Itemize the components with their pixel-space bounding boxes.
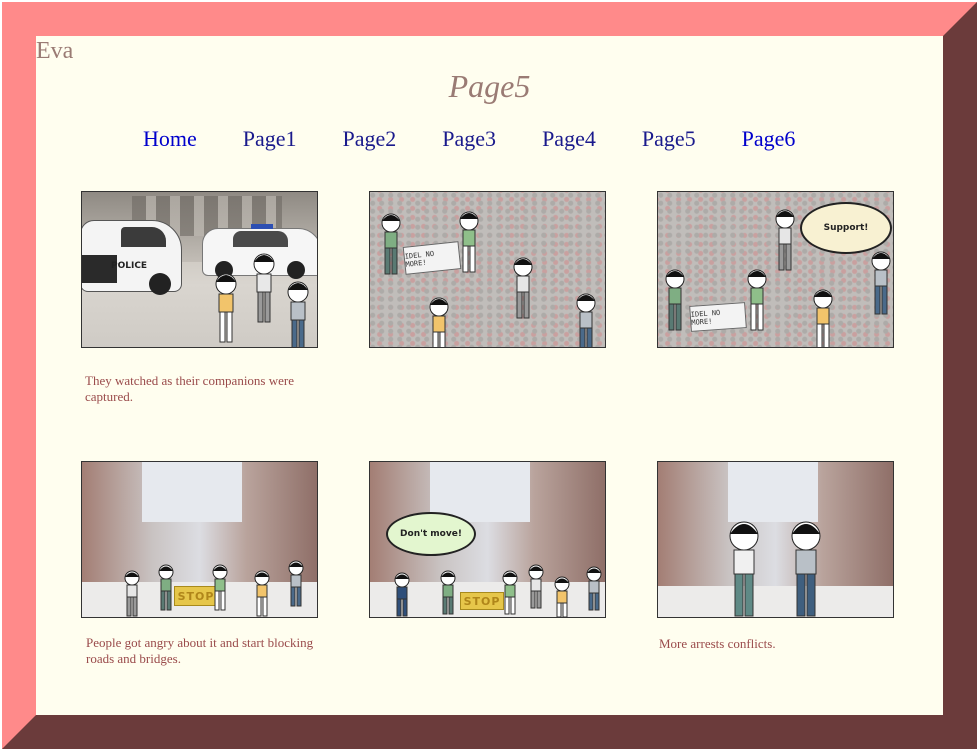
nav-page6[interactable]: Page6 [742,126,796,152]
nav-page3[interactable]: Page3 [442,126,496,152]
snowy-street [658,586,893,617]
character-grey-shirt [528,564,544,609]
comic-panel-5: Don't move! STOP [369,461,606,618]
panel-1-caption: They watched as their companions were ca… [85,373,295,404]
character-yellow-shirt [429,297,449,347]
character-blue-jeans [586,566,602,611]
character-green-shirt-2 [747,269,767,331]
character-yellow-shirt [813,289,833,347]
main-nav: Home Page1 Page2 Page3 Page4 Page5 Page6 [143,126,795,152]
speech-bubble-support: Support! [800,202,892,254]
car-wheel [149,273,171,295]
nav-page2[interactable]: Page2 [343,126,397,152]
character-green-shirt [440,570,456,615]
nav-page1[interactable]: Page1 [243,126,297,152]
character-blue-jeans [791,521,821,617]
sky [728,462,818,522]
character-green-shirt [729,521,759,617]
character-blue-jeans [871,251,891,315]
page-frame: Eva Page5 Home Page1 Page2 Page3 Page4 P… [2,2,977,749]
character-grey-shirt [775,209,795,271]
character-yellow-shirt [254,570,270,617]
character-grey-shirt [513,257,533,319]
page-content: Eva Page5 Home Page1 Page2 Page3 Page4 P… [36,36,943,715]
comic-panel-4: STOP [81,461,318,618]
character-blue-jeans [287,281,309,347]
character-blue-jacket [394,572,410,617]
speech-bubble-dont-move: Don't move! [386,512,476,556]
nav-home[interactable]: Home [143,126,197,152]
comic-panel-1: POLICE [81,191,318,348]
character-yellow-shirt [215,273,237,343]
nav-page4[interactable]: Page4 [542,126,596,152]
comic-panel-2: IDEL NO MORE! [369,191,606,348]
character-grey-shirt [253,253,275,323]
character-green-shirt-2 [502,570,518,615]
panel-6-caption: More arrests conflicts. [659,636,776,651]
page-title: Page5 [448,68,531,104]
character-yellow-shirt [554,576,570,617]
comic-panel-3: Support! IDEL NO MORE! [657,191,894,348]
car-window [121,227,166,247]
character-green-shirt [665,269,685,331]
protest-banner: IDEL NO MORE! [402,241,462,275]
character-blue-jeans [576,293,596,347]
site-brand: Eva [36,38,74,64]
character-green-shirt-2 [459,211,479,273]
comic-panel-6 [657,461,894,618]
character-green-shirt-2 [212,564,228,611]
protest-banner: IDEL NO MORE! [689,302,747,332]
character-green-shirt [381,213,401,275]
nav-page5[interactable]: Page5 [642,126,696,152]
character-grey-shirt [124,570,140,617]
car-light-bar [251,224,273,229]
character-blue-jeans [288,560,304,607]
car-wheel [287,261,305,279]
car-window [233,231,288,247]
police-car-1: POLICE [82,220,182,295]
character-green-shirt [158,564,174,611]
sky [142,462,242,522]
police-label: POLICE [111,261,148,271]
panel-4-caption: People got angry about it and start bloc… [86,635,314,666]
stop-barrier: STOP [460,592,504,610]
